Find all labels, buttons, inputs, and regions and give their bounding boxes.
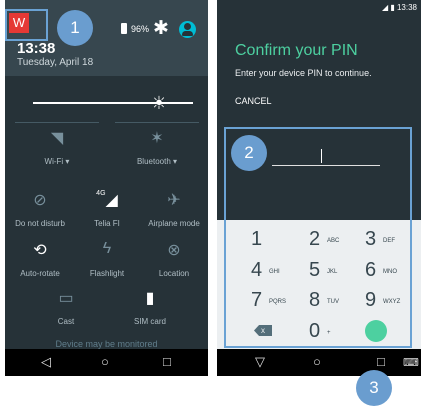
back-icon[interactable]: ▽: [255, 354, 265, 370]
back-icon[interactable]: ◁: [41, 354, 51, 370]
navigation-bar: ▽ ○ □ ⌨: [217, 349, 421, 376]
clock: 13:38: [17, 40, 56, 57]
date-label: Tuesday, April 18: [17, 57, 94, 68]
tile-divider: [15, 122, 99, 123]
brightness-icon[interactable]: ☀: [150, 94, 168, 112]
cancel-button[interactable]: CANCEL: [235, 96, 272, 106]
tile-label: Wi-Fi ▾: [44, 157, 70, 166]
callout-2: 2: [231, 135, 267, 171]
wifi-off-icon: ◥: [50, 130, 64, 147]
brightness-slider-track[interactable]: [33, 102, 193, 104]
recents-icon[interactable]: □: [163, 354, 171, 369]
navigation-bar: ◁ ○ □: [5, 349, 208, 376]
tile-label: Cast: [57, 317, 75, 326]
tile-sim-card[interactable]: ▮ SIM card: [107, 284, 193, 336]
home-icon[interactable]: ○: [101, 354, 109, 369]
user-account-icon[interactable]: [179, 21, 196, 38]
location-icon: ⊗: [167, 242, 181, 259]
status-bar: ◢ ▮ 13:38: [382, 3, 417, 12]
battery-icon: [121, 23, 127, 34]
cast-icon: ▭: [58, 290, 74, 307]
battery-icon: ▮: [390, 3, 395, 12]
tile-label: Bluetooth ▾: [136, 157, 178, 166]
home-icon[interactable]: ○: [313, 354, 321, 369]
tile-wifi[interactable]: ◥ Wi-Fi ▾: [14, 124, 100, 176]
callout-3: 3: [356, 370, 392, 406]
battery-percentage: 96%: [131, 24, 150, 34]
tile-bluetooth[interactable]: ✶ Bluetooth ▾: [114, 124, 200, 176]
airplane-icon: ✈: [167, 192, 181, 209]
pin-instructions: Enter your device PIN to continue.: [235, 68, 372, 78]
recents-icon[interactable]: □: [377, 354, 385, 369]
callout-1: 1: [57, 10, 93, 46]
highlight-box-1: [5, 9, 48, 41]
sim-card-icon: ▮: [145, 290, 155, 307]
tile-airplane-mode[interactable]: ✈ Airplane mode: [131, 186, 208, 238]
tile-label: Location: [158, 269, 190, 278]
status-clock: 13:38: [396, 3, 417, 12]
tile-divider: [115, 122, 199, 123]
cell-signal-icon: ◢: [381, 3, 389, 12]
bluetooth-off-icon: ✶: [150, 130, 164, 147]
device-monitored-notice[interactable]: Device may be monitored: [5, 339, 208, 349]
quick-settings-screen: W 13:38 Tuesday, April 18 96% ✱ ☀ ◥ Wi-F…: [5, 0, 208, 376]
tile-cast[interactable]: ▭ Cast: [23, 284, 109, 336]
tile-label: SIM card: [133, 317, 166, 326]
keyboard-icon[interactable]: ⌨: [403, 356, 419, 369]
page-title: Confirm your PIN: [235, 42, 358, 59]
network-badge: 4G: [96, 190, 106, 197]
gear-icon[interactable]: ✱: [153, 17, 169, 40]
tile-label: Airplane mode: [148, 219, 200, 228]
tile-location[interactable]: ⊗ Location: [131, 236, 208, 288]
